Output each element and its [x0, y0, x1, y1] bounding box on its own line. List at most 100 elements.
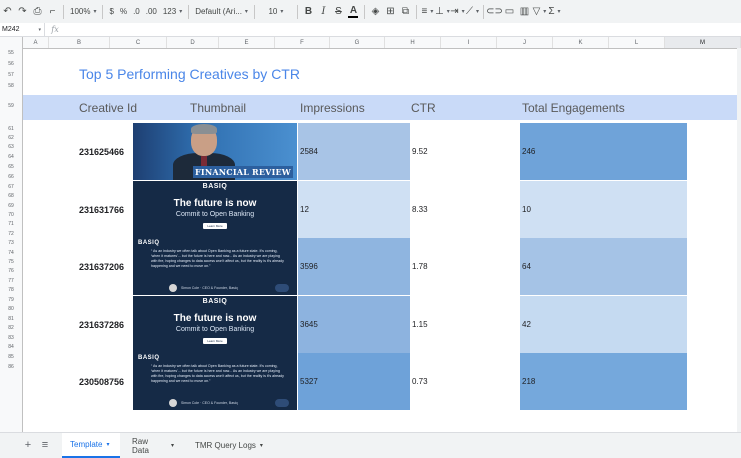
column-header-cell[interactable]: I — [441, 37, 497, 48]
font-size-select[interactable]: 10 ▾ — [258, 0, 294, 23]
impressions-cell[interactable] — [298, 181, 410, 238]
row-number[interactable]: 62 — [0, 135, 22, 141]
row-number[interactable]: 77 — [0, 278, 22, 284]
column-header-cell[interactable]: D — [167, 37, 219, 48]
tab-menu-chevron-icon[interactable]: ▾ — [106, 441, 109, 448]
add-sheet-button[interactable]: + — [21, 439, 35, 451]
vertical-align-icon[interactable]: ⊥ ▾ — [435, 0, 450, 23]
formula-input[interactable] — [65, 23, 741, 36]
column-header-cell[interactable]: L — [609, 37, 665, 48]
redo-icon[interactable]: ↷ — [15, 0, 30, 23]
name-box[interactable]: M242 ▾ — [0, 23, 45, 36]
row-number[interactable]: 58 — [0, 83, 22, 89]
thumbnail-image[interactable]: BASIQ “ As an industry we often talk abou… — [133, 238, 297, 295]
currency-button[interactable]: $ — [106, 0, 116, 23]
sheet-tab[interactable]: Template ▾ — [62, 433, 120, 458]
column-header-cell[interactable]: G — [330, 37, 385, 48]
thumbnail-image[interactable]: BASIQ The future is now Commit to Open Ban… — [133, 296, 297, 353]
row-number[interactable]: 75 — [0, 259, 22, 265]
borders-icon[interactable]: ⊞ — [383, 0, 398, 23]
thumbnail-image[interactable]: FINANCIAL REVIEW — [133, 123, 297, 180]
insert-link-icon[interactable]: ⊂⊃ — [486, 0, 503, 23]
row-number[interactable]: 69 — [0, 203, 22, 209]
increase-decimal-button[interactable]: .00 — [143, 0, 160, 23]
row-number[interactable]: 63 — [0, 144, 22, 150]
thumbnail-image[interactable]: BASIQ “ As an industry we often talk abou… — [133, 353, 297, 410]
row-number[interactable]: 64 — [0, 154, 22, 160]
tab-menu-chevron-icon[interactable]: ▾ — [171, 442, 174, 449]
row-number[interactable]: 55 — [0, 50, 22, 56]
row-number[interactable]: 84 — [0, 344, 22, 350]
paint-format-icon[interactable]: ⌐ — [45, 0, 60, 23]
row-number[interactable]: 83 — [0, 335, 22, 341]
merge-cells-icon[interactable]: ⧉ — [398, 0, 413, 23]
undo-icon[interactable]: ↶ — [0, 0, 15, 23]
engagements-value: 64 — [522, 262, 531, 271]
row-number[interactable]: 72 — [0, 231, 22, 237]
functions-button[interactable]: Σ ▾ — [547, 0, 562, 23]
row-number[interactable]: 71 — [0, 221, 22, 227]
column-header-cell[interactable]: C — [110, 37, 167, 48]
sheet-grid[interactable]: Top 5 Performing Creatives by CTR Creati… — [23, 48, 741, 432]
column-header-cell[interactable]: F — [275, 37, 330, 48]
row-number[interactable]: 74 — [0, 250, 22, 256]
print-icon[interactable]: ⎙ — [30, 0, 45, 23]
row-number[interactable]: 66 — [0, 174, 22, 180]
row-number[interactable]: 65 — [0, 164, 22, 170]
tab-menu-chevron-icon[interactable]: ▾ — [260, 442, 263, 449]
text-rotate-icon[interactable]: ⟋ ▾ — [465, 0, 480, 23]
engagements-cell[interactable] — [520, 296, 687, 353]
insert-comment-icon[interactable]: ▭ — [502, 0, 517, 23]
row-number[interactable]: 82 — [0, 325, 22, 331]
decrease-decimal-button[interactable]: .0 — [130, 0, 143, 23]
column-header-cell[interactable]: E — [219, 37, 275, 48]
font-select[interactable]: Default (Ari... ▾ — [192, 0, 251, 23]
engagements-cell[interactable] — [520, 181, 687, 238]
row-number[interactable]: 86 — [0, 364, 22, 370]
filter-icon[interactable]: ▽ ▾ — [532, 0, 547, 23]
row-number[interactable]: 80 — [0, 306, 22, 312]
row-number[interactable]: 61 — [0, 126, 22, 132]
row-number[interactable]: 78 — [0, 287, 22, 293]
column-header-cell[interactable]: M — [665, 37, 741, 48]
row-number[interactable]: 81 — [0, 316, 22, 322]
sheet-tab-label: Template — [70, 440, 103, 449]
text-color-button[interactable]: A — [346, 0, 361, 23]
row-number[interactable]: 59 — [0, 103, 22, 109]
row-number[interactable]: 85 — [0, 354, 22, 360]
bold-button[interactable]: B — [301, 0, 316, 23]
percent-button[interactable]: % — [117, 0, 130, 23]
engagements-cell[interactable] — [520, 353, 687, 410]
row-number[interactable]: 79 — [0, 297, 22, 303]
vertical-scrollbar[interactable] — [737, 48, 741, 432]
select-all-corner[interactable] — [0, 37, 23, 48]
thumbnail-image[interactable]: BASIQ The future is now Commit to Open Ban… — [133, 181, 297, 238]
row-number[interactable]: 68 — [0, 193, 22, 199]
sheet-tab[interactable]: TMR Query Logs ▾ — [187, 433, 273, 458]
number-format-select[interactable]: 123 ▾ — [160, 0, 185, 23]
fill-color-icon[interactable]: ◈ — [368, 0, 383, 23]
strikethrough-button[interactable]: S — [331, 0, 346, 23]
row-number[interactable]: 57 — [0, 72, 22, 78]
italic-button[interactable]: I — [316, 0, 331, 23]
sheet-tab-label: Raw Data — [132, 436, 149, 455]
row-number[interactable]: 67 — [0, 184, 22, 190]
insert-chart-icon[interactable]: ▥ — [517, 0, 532, 23]
engagements-cell[interactable] — [520, 123, 687, 180]
row-number[interactable]: 76 — [0, 268, 22, 274]
column-header-cell[interactable]: B — [49, 37, 110, 48]
sheet-tab[interactable]: Raw Data ▾ — [124, 433, 182, 458]
column-header-cell[interactable]: A — [23, 37, 49, 48]
column-header-cell[interactable]: H — [385, 37, 441, 48]
column-header-cell[interactable]: K — [553, 37, 609, 48]
row-number[interactable]: 56 — [0, 61, 22, 67]
column-header-cell[interactable]: J — [497, 37, 553, 48]
text-wrap-icon[interactable]: ⇥ ▾ — [450, 0, 465, 23]
engagements-cell[interactable] — [520, 238, 687, 295]
zoom-select[interactable]: 100% ▾ — [67, 0, 99, 23]
row-number[interactable]: 73 — [0, 240, 22, 246]
horizontal-align-icon[interactable]: ≡ ▾ — [420, 0, 435, 23]
ad-subhead: Commit to Open Banking — [175, 211, 255, 218]
row-number[interactable]: 70 — [0, 212, 22, 218]
all-sheets-button[interactable]: ≡ — [38, 439, 52, 451]
